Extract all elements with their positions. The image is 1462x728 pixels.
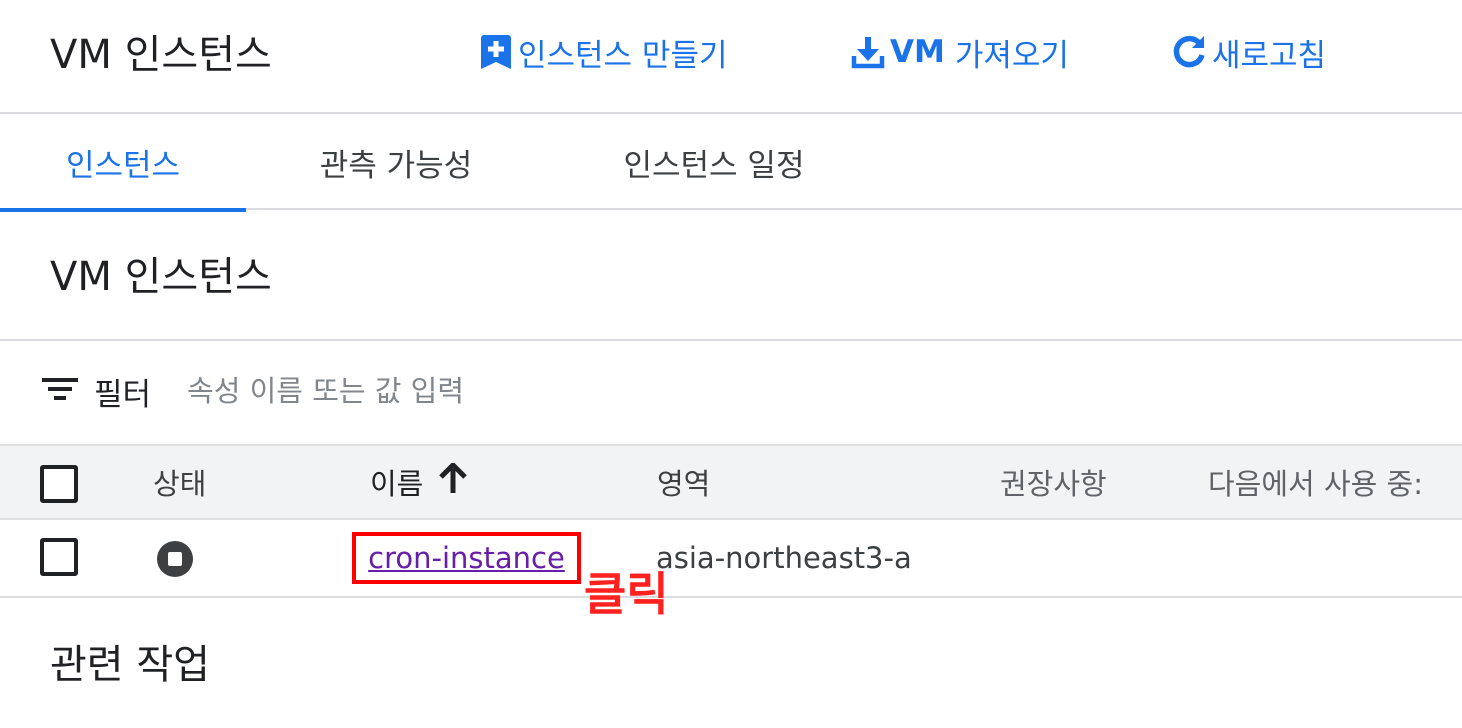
table-row: cron-instance asia-northeast3-a xyxy=(0,520,1462,598)
column-header-name-label: 이름 xyxy=(370,467,424,501)
filter-list-icon[interactable] xyxy=(40,374,80,408)
add-box-icon xyxy=(478,32,514,72)
instance-zone: asia-northeast3-a xyxy=(656,541,912,575)
refresh-label: 새로고침 xyxy=(1212,37,1327,74)
column-header-in-use-by[interactable]: 다음에서 사용 중: xyxy=(1208,446,1423,518)
column-header-status[interactable]: 상태 xyxy=(153,446,206,518)
filter-bar: 필터 xyxy=(40,366,608,416)
instance-name-link[interactable]: cron-instance xyxy=(368,541,565,575)
section-title: VM 인스턴스 xyxy=(50,254,272,300)
import-vm-prefix: VM xyxy=(890,34,945,70)
create-instance-button[interactable]: 인스턴스 만들기 xyxy=(478,32,728,74)
row-checkbox[interactable] xyxy=(40,538,78,576)
divider xyxy=(0,339,1462,341)
page-header: VM 인스턴스 인스턴스 만들기 VM 가져오기 새로고침 xyxy=(0,0,1462,114)
click-annotation: 클릭 xyxy=(584,567,669,621)
filter-input[interactable] xyxy=(187,374,608,408)
tab-observability[interactable]: 관측 가능성 xyxy=(296,114,496,210)
import-vm-label: 가져오기 xyxy=(954,37,1069,74)
column-header-name[interactable]: 이름 xyxy=(370,446,468,518)
create-instance-label: 인스턴스 만들기 xyxy=(518,37,728,74)
filter-label: 필터 xyxy=(94,376,152,413)
download-icon xyxy=(850,34,886,70)
import-vm-button[interactable]: VM 가져오기 xyxy=(850,32,1069,74)
page-title: VM 인스턴스 xyxy=(50,32,272,78)
related-actions-title: 관련 작업 xyxy=(50,642,210,688)
refresh-icon xyxy=(1170,33,1208,71)
tab-instances[interactable]: 인스턴스 xyxy=(0,114,246,212)
refresh-button[interactable]: 새로고침 xyxy=(1170,32,1327,74)
tab-instance-schedules[interactable]: 인스턴스 일정 xyxy=(598,114,830,210)
column-header-recommendation[interactable]: 권장사항 xyxy=(1000,446,1107,518)
arrow-up-icon xyxy=(439,460,468,502)
stopped-status-icon xyxy=(157,541,193,581)
table-header: 상태 이름 영역 권장사항 다음에서 사용 중: xyxy=(0,444,1462,520)
highlight-box: cron-instance xyxy=(352,532,581,584)
select-all-checkbox[interactable] xyxy=(40,465,78,503)
column-header-zone[interactable]: 영역 xyxy=(657,446,710,518)
tab-bar: 인스턴스 관측 가능성 인스턴스 일정 xyxy=(0,114,1462,212)
